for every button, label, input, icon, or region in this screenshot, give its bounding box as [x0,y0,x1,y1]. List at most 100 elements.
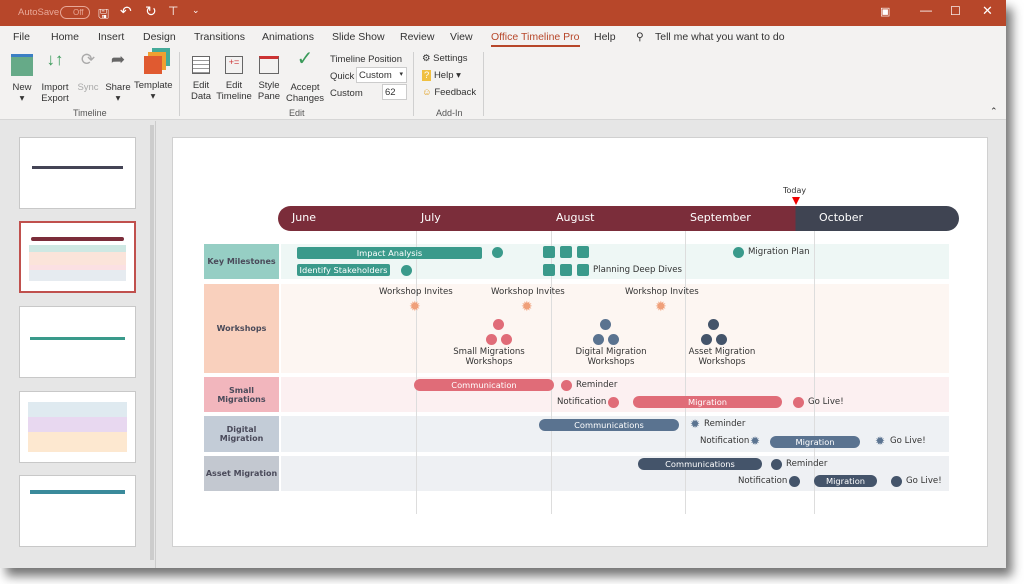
tab-file[interactable]: File [13,31,30,43]
milestone-dot[interactable] [716,334,727,345]
tab-view[interactable]: View [450,31,473,43]
edit-group-label: Edit [289,108,305,118]
task-migration[interactable]: Migration [770,436,860,448]
feedback-button[interactable]: ☺ Feedback [422,87,476,98]
milestone-square[interactable] [543,264,555,276]
smiley-icon: ☺ [422,87,432,98]
slide-thumbnail-5[interactable] [19,475,136,547]
import-export-button[interactable]: ↓↑ Import Export [38,51,72,104]
tab-transitions[interactable]: Transitions [194,31,245,43]
slide-thumbnail-4[interactable] [19,391,136,463]
milestone-dot[interactable] [789,476,800,487]
task-identify-stakeholders[interactable]: Identify Stakeholders [297,264,390,276]
planning-deep-dives-label: Planning Deep Dives [593,265,682,275]
notification-label: Notification [700,436,750,446]
quick-dropdown[interactable]: Custom ▾ [356,67,407,83]
starburst-icon[interactable]: ✹ [409,299,421,313]
milestone-dot[interactable] [708,319,719,330]
thumbnails-scrollbar[interactable] [150,125,154,560]
milestone-dot[interactable] [771,459,782,470]
feedback-label: Feedback [434,87,477,98]
starburst-icon[interactable]: ✹ [875,434,885,448]
share-icon: ➦ [110,50,126,69]
sync-button[interactable]: ⟳ Sync [76,51,100,93]
starburst-icon[interactable]: ✹ [750,434,760,448]
milestone-dot[interactable] [486,334,497,345]
settings-button[interactable]: ⚙ Settings [422,53,468,64]
maximize-icon[interactable]: ☐ [950,4,961,18]
milestone-square[interactable] [560,264,572,276]
timeline-position-label: Timeline Position [330,54,402,65]
style-pane-button[interactable]: Style Pane [255,54,283,102]
milestone-dot[interactable] [593,334,604,345]
tab-help[interactable]: Help [594,31,616,43]
tab-slide-show[interactable]: Slide Show [332,31,385,43]
customize-qat-icon[interactable]: ⌄ [192,5,200,16]
edit-data-button[interactable]: Edit Data [187,54,215,102]
milestone-square[interactable] [560,246,572,258]
autosave-toggle[interactable]: Off [60,6,90,19]
accept-changes-button[interactable]: ✓ Accept Changes [284,49,326,104]
tab-animations[interactable]: Animations [262,31,314,43]
tell-me-input[interactable]: Tell me what you want to do [655,31,785,43]
milestone-dot[interactable] [891,476,902,487]
starburst-icon[interactable]: ✹ [690,417,700,431]
milestone-dot[interactable] [733,247,744,258]
milestone-dot[interactable] [493,319,504,330]
notification-label: Notification [557,397,607,407]
milestone-square[interactable] [577,264,589,276]
month-label: August [556,211,595,224]
slide-thumbnails-panel [0,121,156,568]
save-icon[interactable]: 🖫 [98,5,109,27]
redo-icon[interactable]: ↻ [145,3,157,20]
milestone-dot[interactable] [401,265,412,276]
milestone-square[interactable] [577,246,589,258]
milestone-dot[interactable] [492,247,503,258]
quick-value: Custom [359,70,392,81]
tab-design[interactable]: Design [143,31,176,43]
template-button[interactable]: Template ▾ [134,54,173,102]
collapse-ribbon-icon[interactable]: ⌃ [990,106,998,117]
reminder-label: Reminder [786,459,828,469]
slide-thumbnail-3[interactable] [19,306,136,378]
separator [413,52,414,116]
tab-insert[interactable]: Insert [98,31,124,43]
slide-thumbnail-2[interactable] [19,221,136,293]
starburst-icon[interactable]: ✹ [655,299,667,313]
addin-group-label: Add-In [436,108,463,118]
milestone-dot[interactable] [600,319,611,330]
share-button[interactable]: ➦ Share ▾ [104,50,132,104]
help-button[interactable]: ? Help ▾ [422,70,461,81]
migration-plan-label: Migration Plan [748,247,810,257]
custom-position-input[interactable]: 62 [382,84,407,100]
task-communication[interactable]: Communication [414,379,554,391]
milestone-dot[interactable] [793,397,804,408]
milestone-dot[interactable] [561,380,572,391]
task-migration[interactable]: Migration [633,396,782,408]
ribbon-display-icon[interactable]: ▣ [880,5,890,18]
task-migration[interactable]: Migration [814,475,877,487]
task-impact-analysis[interactable]: Impact Analysis [297,247,482,259]
slide-thumbnail-1[interactable] [19,137,136,209]
milestone-dot[interactable] [608,397,619,408]
sync-label: Sync [77,82,99,93]
task-communications[interactable]: Communications [539,419,679,431]
starburst-icon[interactable]: ✹ [521,299,533,313]
milestone-square[interactable] [543,246,555,258]
template-label: Template [134,80,173,91]
new-button[interactable]: New ▾ [8,54,36,104]
present-icon[interactable]: ⊤ [168,4,178,18]
tab-office-timeline-pro[interactable]: Office Timeline Pro [491,31,580,47]
milestone-dot[interactable] [501,334,512,345]
tab-home[interactable]: Home [51,31,79,43]
help-icon: ? [422,70,432,81]
tab-review[interactable]: Review [400,31,434,43]
milestone-dot[interactable] [701,334,712,345]
minimize-icon[interactable]: — [920,3,932,17]
close-icon[interactable]: ✕ [982,3,993,19]
task-communications[interactable]: Communications [638,458,762,470]
style-pane-icon [259,56,279,74]
milestone-dot[interactable] [608,334,619,345]
undo-icon[interactable]: ↶ [120,3,132,20]
edit-timeline-button[interactable]: += Edit Timeline [216,54,252,102]
